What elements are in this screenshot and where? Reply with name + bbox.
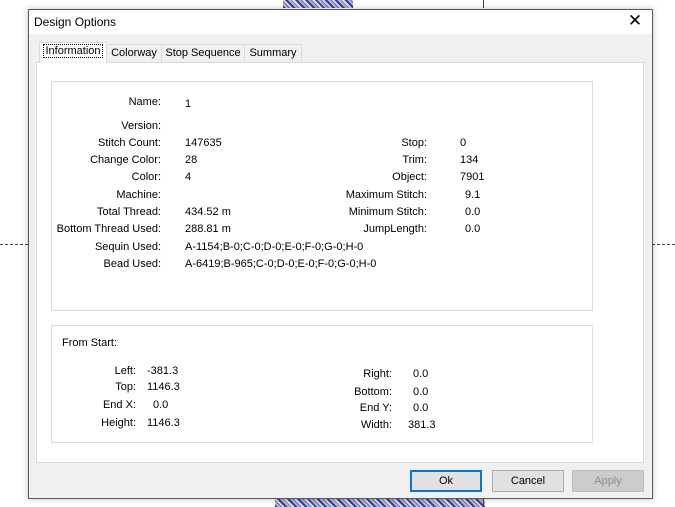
title-bar: Design Options ✕ (29, 10, 652, 34)
bottom-thread-value: 288.81 m (185, 223, 231, 235)
embroidery-preview-bottom (275, 498, 485, 507)
top-value: 1146.3 (147, 381, 180, 393)
canvas-tick-top (483, 0, 484, 8)
end-x-label: End X: (102, 399, 136, 411)
trim-label: Trim: (402, 154, 427, 166)
bottom-label: Bottom: (354, 386, 392, 398)
color-value: 4 (185, 171, 192, 183)
min-stitch-value: 0.0 (465, 206, 481, 218)
dialog-title: Design Options (34, 15, 117, 29)
apply-button: Apply (572, 470, 644, 492)
from-start-heading: From Start: (62, 337, 118, 349)
tab-information[interactable]: Information (39, 42, 107, 63)
change-color-value: 28 (185, 154, 198, 166)
stop-value: 0 (460, 137, 467, 149)
total-thread-value: 434.52 m (185, 206, 231, 218)
right-label: Right: (363, 368, 392, 380)
object-value: 7901 (460, 171, 485, 183)
design-info-group: Name: 1 Version: Stitch Count: 147635 Ch… (51, 81, 593, 311)
object-label: Object: (392, 171, 427, 183)
bead-used-value: A-6419;B-965;C-0;D-0;E-0;F-0;G-0;H-0 (185, 258, 377, 270)
bottom-thread-label: Bottom Thread Used: (56, 223, 161, 235)
end-y-value: 0.0 (413, 402, 429, 414)
height-value: 1146.3 (147, 417, 180, 429)
min-stitch-label: Minimum Stitch: (348, 206, 427, 218)
stitch-count-value: 147635 (185, 137, 222, 149)
canvas-tick-bottom (483, 498, 484, 507)
right-value: 0.0 (413, 368, 429, 380)
sequin-used-label: Sequin Used: (94, 241, 161, 253)
tab-stop-sequence[interactable]: Stop Sequence (161, 44, 245, 62)
jump-length-value: 0.0 (465, 223, 481, 235)
sequin-used-value: A-1154;B-0;C-0;D-0;E-0;F-0;G-0;H-0 (185, 241, 364, 253)
top-label: Top: (115, 381, 136, 393)
machine-label: Machine: (116, 189, 161, 201)
trim-value: 134 (460, 154, 479, 166)
height-label: Height: (101, 417, 136, 429)
embroidery-preview-top (283, 0, 353, 8)
color-label: Color: (131, 171, 161, 183)
end-x-value: 0.0 (153, 399, 169, 411)
left-label: Left: (114, 365, 136, 377)
version-label: Version: (121, 120, 161, 132)
name-value: 1 (185, 98, 192, 110)
left-value: -381.3 (147, 365, 179, 377)
canvas-guide-left (0, 244, 28, 245)
max-stitch-label: Maximum Stitch: (345, 189, 427, 201)
information-panel: Name: 1 Version: Stitch Count: 147635 Ch… (36, 62, 644, 463)
canvas-guide-right (652, 244, 675, 245)
name-label: Name: (128, 96, 161, 108)
width-value: 381.3 (408, 419, 436, 431)
end-y-label: End Y: (359, 402, 392, 414)
ok-button[interactable]: Ok (410, 470, 482, 492)
tab-summary[interactable]: Summary (244, 44, 302, 62)
close-icon[interactable]: ✕ (624, 11, 646, 31)
bead-used-label: Bead Used: (103, 258, 161, 270)
stop-label: Stop: (401, 137, 427, 149)
max-stitch-value: 9.1 (465, 189, 481, 201)
stitch-count-label: Stitch Count: (98, 137, 161, 149)
design-options-dialog: Design Options ✕ Information Colorway St… (28, 9, 653, 499)
bottom-value: 0.0 (413, 386, 429, 398)
jump-length-label: JumpLength: (363, 223, 427, 235)
width-label: Width: (360, 419, 392, 431)
total-thread-label: Total Thread: (96, 206, 161, 218)
change-color-label: Change Color: (90, 154, 161, 166)
tab-colorway[interactable]: Colorway (106, 44, 162, 62)
cancel-button[interactable]: Cancel (492, 470, 564, 492)
from-start-group: From Start: Left: -381.3 Top: 1146.3 End… (51, 325, 593, 443)
